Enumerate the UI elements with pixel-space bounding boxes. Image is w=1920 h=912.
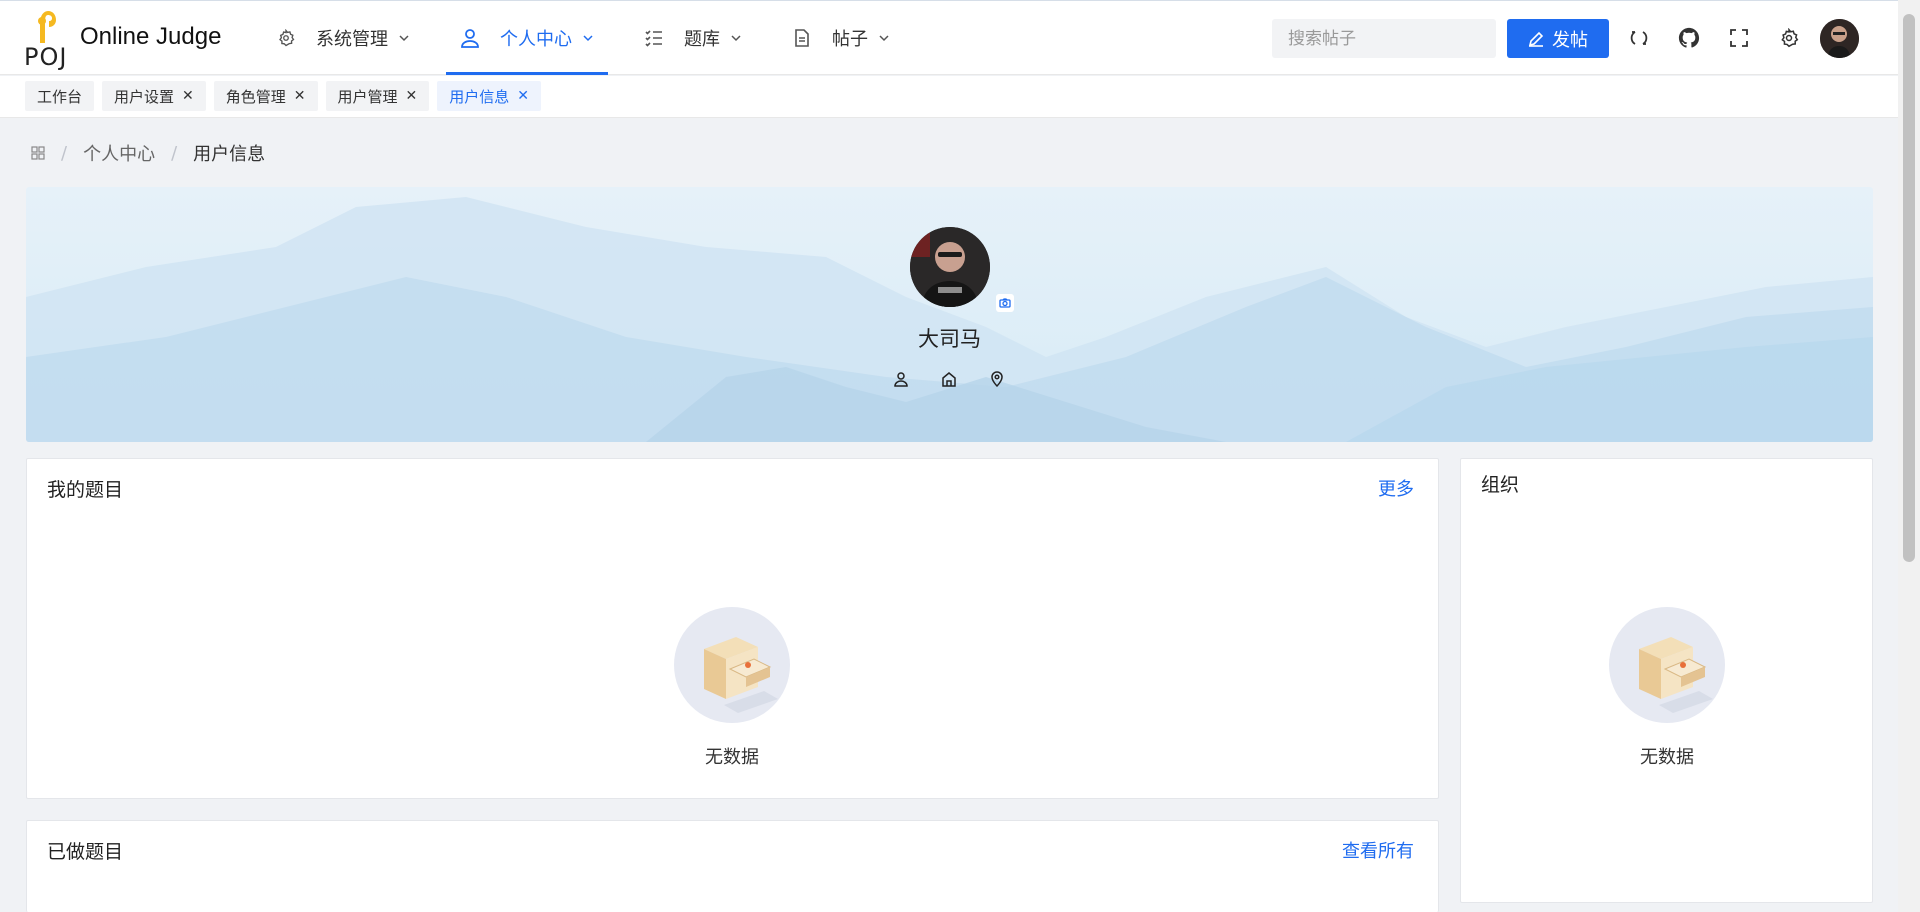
tab-user-management[interactable]: 用户管理 ✕ (325, 81, 430, 111)
nav-label: 帖子 (832, 29, 868, 50)
tab-label: 工作台 (37, 87, 83, 106)
tab-workbench[interactable]: 工作台 (25, 81, 95, 111)
profile-section: 大司马 (26, 227, 1873, 389)
profile-banner: 大司马 (26, 187, 1873, 442)
search-box (1272, 19, 1507, 58)
app-title: Online Judge (80, 23, 222, 50)
card-title: 已做题目 (47, 841, 124, 863)
tab-role-management[interactable]: 角色管理 ✕ (213, 81, 318, 111)
empty-state: 无数据 (1609, 607, 1725, 769)
chevron-down-icon (878, 32, 890, 44)
nav-personal-center[interactable]: 个人中心 (446, 1, 608, 75)
top-header: POJ Online Judge 系统管理 个人中心 题库 帖子 搜索帖子 发帖 (0, 0, 1898, 75)
profile-username: 大司马 (918, 327, 981, 351)
post-button-label: 发帖 (1552, 29, 1588, 51)
user-icon (460, 28, 480, 48)
breadcrumb-current: 用户信息 (193, 144, 266, 165)
home-icon (941, 371, 959, 389)
chevron-down-icon (582, 32, 594, 44)
tab-user-info[interactable]: 用户信息 ✕ (437, 81, 542, 111)
list-check-icon (644, 28, 664, 48)
tab-user-settings[interactable]: 用户设置 ✕ (102, 81, 206, 111)
breadcrumb-separator: / (61, 142, 68, 164)
gear-icon (276, 28, 296, 48)
fullscreen-icon[interactable] (1728, 27, 1750, 49)
view-all-link[interactable]: 查看所有 (1342, 837, 1414, 863)
page-scrollbar[interactable] (1898, 0, 1920, 912)
close-icon[interactable]: ✕ (517, 88, 529, 104)
card-title: 组织 (1481, 474, 1520, 496)
breadcrumb-item[interactable]: 个人中心 (83, 140, 155, 166)
tab-label: 用户信息 (449, 87, 510, 106)
profile-info-icons (893, 371, 1007, 389)
nav-problem-bank[interactable]: 题库 (630, 1, 756, 75)
empty-drawer-icon (674, 607, 790, 723)
profile-avatar[interactable] (909, 227, 990, 307)
camera-icon[interactable] (996, 294, 1014, 312)
breadcrumb-separator: / (171, 142, 178, 164)
organization-card: 组织 无数据 (1460, 458, 1873, 903)
empty-text: 无数据 (1640, 747, 1694, 768)
nav-label: 系统管理 (316, 29, 388, 50)
settings-icon[interactable] (1778, 27, 1800, 49)
scrollbar-thumb[interactable] (1903, 14, 1915, 562)
brand-logo[interactable]: POJ Online Judge (24, 7, 224, 71)
empty-state: 无数据 (674, 607, 790, 769)
nav-label: 题库 (684, 29, 720, 50)
tab-label: 用户管理 (337, 87, 398, 106)
nav-system-management[interactable]: 系统管理 (262, 1, 424, 75)
user-avatar[interactable] (1820, 19, 1859, 58)
empty-drawer-icon (1609, 607, 1725, 723)
main-nav: 系统管理 个人中心 题库 帖子 (262, 1, 926, 75)
nav-label: 个人中心 (500, 29, 572, 50)
close-icon[interactable]: ✕ (182, 88, 194, 104)
refresh-icon[interactable] (1628, 27, 1650, 49)
empty-text: 无数据 (705, 747, 759, 768)
tab-label: 用户设置 (114, 87, 175, 106)
chevron-down-icon (398, 32, 410, 44)
card-title: 我的题目 (47, 479, 124, 501)
breadcrumb: / 个人中心 / 用户信息 (31, 140, 265, 166)
logo-text: POJ (24, 43, 68, 71)
tabs-bar: 工作台 用户设置 ✕ 角色管理 ✕ 用户管理 ✕ 用户信息 ✕ (0, 76, 1898, 118)
document-icon (792, 28, 812, 48)
close-icon[interactable]: ✕ (406, 88, 418, 104)
location-icon (989, 371, 1007, 389)
post-button[interactable]: 发帖 (1507, 19, 1609, 58)
pencil-icon (1528, 31, 1544, 47)
nav-posts[interactable]: 帖子 (778, 1, 904, 75)
tab-label: 角色管理 (225, 87, 286, 106)
github-icon[interactable] (1678, 27, 1700, 49)
done-problems-card: 已做题目 查看所有 (26, 820, 1439, 912)
close-icon[interactable]: ✕ (294, 88, 306, 104)
grid-icon[interactable] (31, 146, 45, 160)
chevron-down-icon (730, 32, 742, 44)
logo-mark-icon (38, 11, 56, 43)
more-link[interactable]: 更多 (1378, 475, 1414, 501)
person-icon (893, 371, 911, 389)
search-input[interactable] (1288, 28, 1507, 49)
my-problems-card: 我的题目 更多 无数据 (26, 458, 1439, 799)
